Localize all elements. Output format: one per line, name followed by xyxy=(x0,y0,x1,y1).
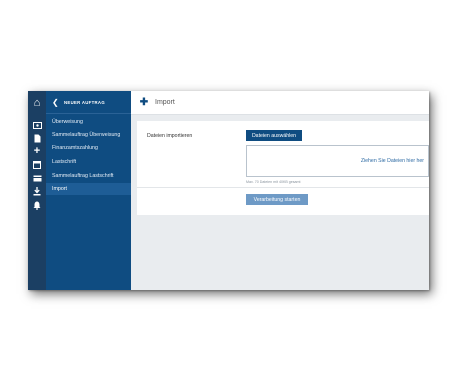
choose-files-button[interactable]: Dateien auswählen xyxy=(246,130,302,141)
divider xyxy=(46,113,131,114)
download-icon[interactable] xyxy=(30,185,44,197)
chevron-left-icon[interactable]: ❮ xyxy=(52,98,60,107)
page-title: Import xyxy=(155,99,175,106)
sidebar-item-sammelauftrag-lastschrift[interactable]: Sammelauftrag Lastschrift xyxy=(46,170,131,182)
import-form: Dateien importieren Dateien auswählen Zi… xyxy=(137,121,429,215)
sidebar-item-lastschrift[interactable]: Lastschrift xyxy=(46,156,131,168)
wallet-icon[interactable] xyxy=(30,119,44,131)
bell-icon[interactable] xyxy=(30,199,44,211)
start-processing-button[interactable]: Verarbeitung starten xyxy=(246,194,308,205)
file-dropzone[interactable]: Ziehen Sie Dateien hier her xyxy=(246,145,429,177)
plus-icon[interactable]: + xyxy=(30,145,44,157)
sidebar: ❮ NEUER AUFTRAG Überweisung Sammelauftra… xyxy=(46,91,131,290)
sidebar-item-import[interactable]: Import xyxy=(46,183,131,195)
icon-bar: ⌂ + xyxy=(28,91,46,290)
app-window: ⌂ + ❮ NEUER AUFTRAG Überweisung Sammelau… xyxy=(28,91,429,290)
sidebar-title: NEUER AUFTRAG xyxy=(64,99,105,105)
calendar-icon[interactable] xyxy=(30,158,44,170)
sidebar-item-sammelauftrag-ueberweisung[interactable]: Sammelauftrag Überweisung xyxy=(46,129,131,141)
divider xyxy=(137,187,429,188)
sidebar-item-ueberweisung[interactable]: Überweisung xyxy=(46,116,131,128)
main-content: ✚ Import Dateien importieren Dateien aus… xyxy=(131,91,429,290)
plus-icon: ✚ xyxy=(139,97,149,108)
field-label: Dateien importieren xyxy=(147,133,193,139)
page-header: ✚ Import xyxy=(131,91,429,115)
card-icon[interactable] xyxy=(30,172,44,184)
sidebar-header: ❮ NEUER AUFTRAG xyxy=(46,91,131,113)
file-limit-hint: Max. 70 Dateien mit 40KB gesamt xyxy=(246,180,301,184)
document-icon[interactable] xyxy=(30,132,44,144)
home-icon[interactable]: ⌂ xyxy=(30,96,44,110)
sidebar-item-finanzamtszahlung[interactable]: Finanzamtszahlung xyxy=(46,142,131,154)
dropzone-text: Ziehen Sie Dateien hier her xyxy=(360,158,424,164)
